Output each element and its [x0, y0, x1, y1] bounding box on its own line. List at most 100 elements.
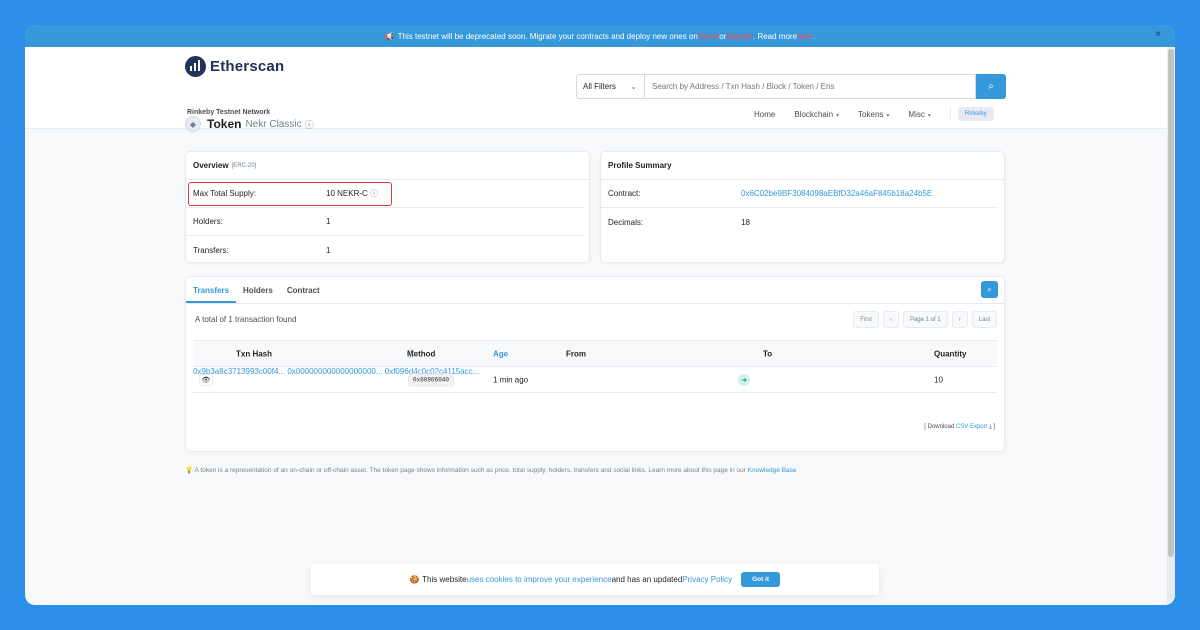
profile-summary-header: Profile Summary: [601, 152, 1004, 180]
nav-misc-label: Misc: [908, 109, 925, 119]
col-to: To: [763, 349, 773, 358]
search-button[interactable]: ⌕: [976, 74, 1006, 99]
etherscan-logo-icon: [185, 56, 206, 77]
pager-prev-button[interactable]: ‹: [882, 311, 899, 328]
nav-home[interactable]: Home: [754, 110, 775, 119]
page-title: ◆ Token Nekr Classic ⓘ: [185, 116, 314, 132]
nav-tokens-label: Tokens: [858, 109, 884, 119]
cookie-text-mid: and has an updated: [611, 575, 683, 584]
contract-address-link[interactable]: 0x6C02be9BF3084098aEBfD32a46aF845b18a24b…: [741, 189, 932, 198]
chevron-down-icon: ⌄: [630, 82, 637, 91]
pager-page-indicator: Page 1 of 1: [902, 311, 948, 328]
eye-icon[interactable]: 👁: [199, 373, 213, 386]
transaction-count: A total of 1 transaction found: [195, 315, 297, 324]
pagination: First ‹ Page 1 of 1 › Last: [849, 311, 997, 328]
contract-label: Contract:: [608, 189, 641, 198]
search-bar: All Filters ⌄ ⌕: [576, 74, 1006, 99]
overview-header: Overview [ERC-20]: [186, 152, 589, 180]
decimals-label: Decimals:: [608, 217, 644, 227]
megaphone-icon: 📢: [384, 31, 395, 41]
col-age[interactable]: Age: [493, 349, 508, 358]
overview-subtitle: [ERC-20]: [231, 162, 257, 169]
got-it-button[interactable]: Got it: [741, 572, 781, 587]
decimals-row: Decimals: 18: [601, 208, 998, 236]
profile-summary-card: Profile Summary Contract: 0x6C02be9BF308…: [600, 151, 1005, 263]
token-info-note: 💡 A token is a representation of an on-c…: [185, 466, 797, 474]
csv-export-link[interactable]: CSV Export: [956, 424, 987, 430]
network-switch-button[interactable]: Rinkeby: [957, 107, 994, 121]
tab-bar: Transfers Holders Contract ⌕: [186, 277, 1004, 304]
max-total-supply-row: Max Total Supply: 10 NEKR-C ⓘ: [186, 180, 583, 208]
search-filter-select[interactable]: All Filters ⌄: [576, 74, 644, 99]
search-icon[interactable]: ⌕: [981, 281, 998, 298]
col-from: From: [566, 349, 586, 358]
etherscan-logo[interactable]: Etherscan: [185, 56, 284, 77]
tab-contract[interactable]: Contract: [280, 286, 327, 303]
close-icon[interactable]: ×: [1155, 29, 1161, 40]
privacy-policy-link[interactable]: Privacy Policy: [682, 575, 732, 584]
main-nav: Home Blockchain ▾ Tokens ▾ Misc ▾ Rinkeby: [754, 107, 994, 121]
nav-blockchain-label: Blockchain: [794, 109, 834, 119]
transfers-table: Txn Hash Method ⓘ Age From To Quantity 👁…: [193, 340, 997, 393]
highlight-box: [188, 182, 392, 206]
pager-last-button[interactable]: Last: [971, 311, 997, 328]
chevron-down-icon: ▾: [836, 112, 840, 119]
banner-text-mid: or: [719, 31, 727, 41]
arrow-right-icon: ➜: [738, 373, 750, 386]
chevron-down-icon: ▾: [886, 112, 890, 119]
tab-transfers[interactable]: Transfers: [186, 286, 237, 303]
cookie-icon: 🍪: [409, 575, 420, 584]
holders-row: Holders: 1: [186, 208, 583, 236]
logo-text: Etherscan: [210, 58, 285, 75]
pager-next-button[interactable]: ›: [951, 311, 968, 328]
csv-suffix: ]: [991, 424, 995, 430]
banner-sepolia-link[interactable]: Sepolia: [726, 32, 753, 41]
info-icon[interactable]: ⓘ: [407, 348, 415, 359]
holders-label: Holders:: [193, 217, 223, 226]
table-header: Txn Hash Method ⓘ Age From To Quantity: [193, 340, 997, 367]
knowledge-base-link[interactable]: Knowledge Base: [748, 467, 797, 474]
cookie-text-before: This website: [422, 575, 467, 584]
chevron-down-icon: ▾: [927, 112, 931, 119]
overview-title: Overview: [193, 161, 229, 170]
csv-download: [ Download CSV Export ⤓ ]: [924, 424, 995, 431]
csv-prefix: [ Download: [924, 424, 956, 430]
age-value: 1 min ago: [493, 375, 529, 384]
browser-window: 📢 This testnet will be deprecated soon. …: [25, 25, 1175, 605]
transfers-card: Transfers Holders Contract ⌕ A total of …: [185, 276, 1005, 452]
token-coin-icon: ◆: [185, 116, 201, 132]
col-quantity: Quantity: [934, 349, 967, 358]
nav-divider: [949, 107, 951, 121]
method-badge: 0x60806040: [408, 373, 455, 386]
search-input[interactable]: [644, 74, 976, 99]
pager-first-button[interactable]: First: [853, 311, 879, 328]
deprecation-banner: 📢 This testnet will be deprecated soon. …: [25, 25, 1175, 47]
col-txn-hash: Txn Hash: [236, 349, 273, 358]
banner-text-after: . Read more: [753, 31, 798, 41]
cookies-link[interactable]: uses cookies to improve your experience: [467, 575, 612, 584]
from-address-link[interactable]: 0x000000000000000000...: [287, 367, 382, 376]
banner-text-before: This testnet will be deprecated soon. Mi…: [397, 31, 698, 41]
banner-goerli-link[interactable]: Goerli: [698, 32, 719, 41]
tab-holders[interactable]: Holders: [236, 286, 280, 303]
profile-summary-title: Profile Summary: [608, 161, 672, 170]
scrollbar-thumb[interactable]: [1168, 49, 1174, 557]
lightbulb-icon: 💡: [185, 467, 194, 474]
scrollbar[interactable]: [1167, 47, 1175, 605]
transfers-label: Transfers:: [193, 245, 229, 255]
nav-blockchain[interactable]: Blockchain ▾: [794, 110, 839, 119]
banner-here-link[interactable]: here: [797, 32, 813, 41]
nav-misc[interactable]: Misc ▾: [908, 110, 930, 119]
nav-tokens[interactable]: Tokens ▾: [858, 110, 889, 119]
note-text: A token is a representation of an on-cha…: [194, 467, 748, 474]
search-filter-value: All Filters: [583, 82, 616, 91]
decimals-value: 18: [741, 217, 750, 227]
info-icon[interactable]: ⓘ: [305, 118, 314, 131]
page-title-label: Token: [207, 117, 242, 131]
holders-value: 1: [326, 217, 331, 226]
search-icon: ⌕: [988, 81, 994, 92]
cookie-consent-bar: 🍪 This website uses cookies to improve y…: [311, 564, 879, 595]
contract-row: Contract: 0x6C02be9BF3084098aEBfD32a46aF…: [601, 180, 998, 208]
table-row: 👁 0x9b3a8c3713993c00f4... 0x60806040 1 m…: [193, 367, 997, 393]
transfers-value: 1: [326, 245, 331, 255]
